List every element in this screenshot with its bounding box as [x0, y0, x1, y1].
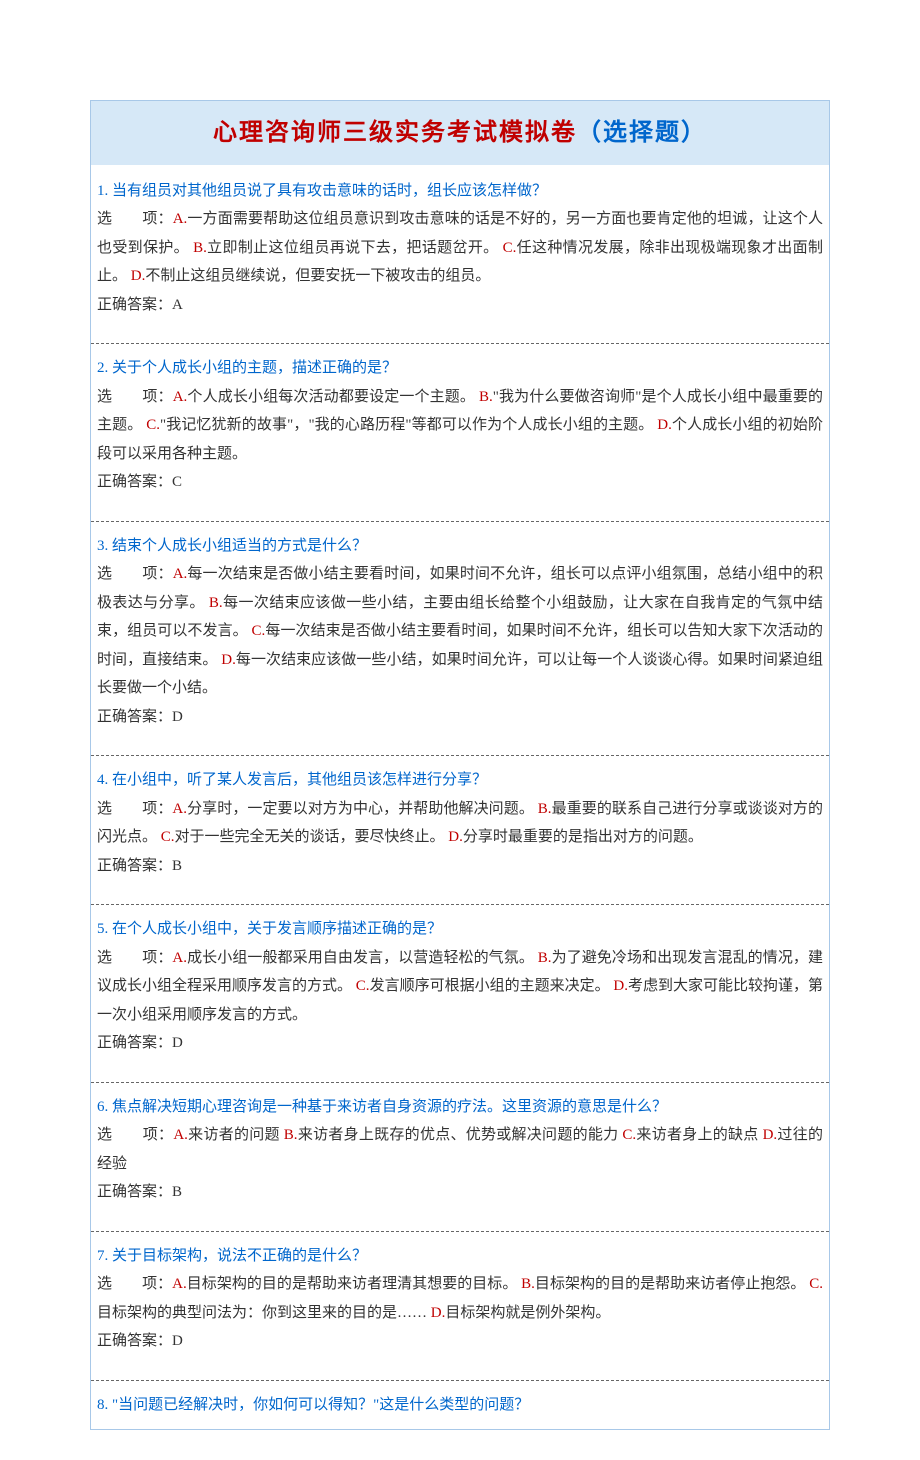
question-title: 4. 在小组中，听了某人发言后，其他组员该怎样进行分享？ [97, 766, 823, 795]
spacer [97, 1058, 823, 1072]
question-block: 7. 关于目标架构，说法不正确的是什么？选 项：A.目标架构的目的是帮助来访者理… [91, 1232, 829, 1381]
options-prefix: 选 项： [97, 389, 173, 405]
option-key: B. [284, 1127, 298, 1143]
exam-page: 心理咨询师三级实务考试模拟卷（选择题） 1. 当有组员对其他组员说了具有攻击意味… [90, 100, 830, 1430]
option-text: 对于一些完全无关的谈话，要尽快终止。 [175, 829, 449, 845]
option-text: 来访者身上既存的优点、优势或解决问题的能力 [298, 1127, 623, 1143]
options-prefix: 选 项： [97, 1127, 173, 1143]
spacer [97, 1207, 823, 1221]
option-key: C. [356, 978, 370, 994]
option-text: "我记忆犹新的故事"，"我的心路历程"等都可以作为个人成长小组的主题。 [160, 417, 657, 433]
question-options: 选 项：A.目标架构的目的是帮助来访者理清其想要的目标。 B.目标架构的目的是帮… [97, 1270, 823, 1327]
option-key: C. [622, 1127, 636, 1143]
options-prefix: 选 项： [97, 566, 173, 582]
question-title: 2. 关于个人成长小组的主题，描述正确的是？ [97, 354, 823, 383]
option-key: C. [161, 829, 175, 845]
option-text: 来访者身上的缺点 [636, 1127, 762, 1143]
question-title: 7. 关于目标架构，说法不正确的是什么？ [97, 1242, 823, 1271]
option-key: B. [209, 595, 223, 611]
question-title: 1. 当有组员对其他组员说了具有攻击意味的话时，组长应该怎样做？ [97, 177, 823, 206]
option-key: A. [172, 801, 187, 817]
option-key: A. [172, 1276, 187, 1292]
question-options: 选 项：A.每一次结束是否做小结主要看时间，如果时间不允许，组长可以点评小组氛围… [97, 560, 823, 703]
option-text: 目标架构就是例外架构。 [445, 1305, 610, 1321]
spacer [97, 319, 823, 333]
option-key: D. [613, 978, 628, 994]
option-text: 个人成长小组每次活动都要设定一个主题。 [187, 389, 479, 405]
option-key: D. [221, 652, 236, 668]
option-key: D. [431, 1305, 446, 1321]
option-text: 发言顺序可根据小组的主题来决定。 [370, 978, 614, 994]
question-options: 选 项：A.一方面需要帮助这位组员意识到攻击意味的话是不好的，另一方面也要肯定他… [97, 205, 823, 291]
option-key: C. [503, 240, 517, 256]
spacer [97, 880, 823, 894]
option-text: 目标架构的目的是帮助来访者停止抱怨。 [535, 1276, 809, 1292]
question-options: 选 项：A.个人成长小组每次活动都要设定一个主题。 B."我为什么要做咨询师"是… [97, 383, 823, 469]
questions-container: 1. 当有组员对其他组员说了具有攻击意味的话时，组长应该怎样做？选 项：A.一方… [91, 167, 829, 1430]
option-key: B. [193, 240, 207, 256]
option-key: C. [252, 623, 266, 639]
correct-answer: 正确答案：D [97, 1029, 823, 1058]
option-key: A. [173, 566, 188, 582]
options-prefix: 选 项： [97, 211, 173, 227]
option-key: A. [173, 211, 188, 227]
option-text: 分享时最重要的是指出对方的问题。 [463, 829, 703, 845]
title-banner: 心理咨询师三级实务考试模拟卷（选择题） [91, 101, 829, 167]
option-text: 目标架构的典型问法为：你到这里来的目的是…… [97, 1305, 431, 1321]
option-key: A. [173, 1127, 188, 1143]
question-options: 选 项：A.来访者的问题 B.来访者身上既存的优点、优势或解决问题的能力 C.来… [97, 1121, 823, 1178]
option-text: 不制止这组员继续说，但要安抚一下被攻击的组员。 [145, 268, 490, 284]
question-block: 4. 在小组中，听了某人发言后，其他组员该怎样进行分享？选 项：A.分享时，一定… [91, 756, 829, 905]
question-options: 选 项：A.成长小组一般都采用自由发言，以营造轻松的气氛。 B.为了避免冷场和出… [97, 944, 823, 1030]
question-title: 6. 焦点解决短期心理咨询是一种基于来访者自身资源的疗法。这里资源的意思是什么？ [97, 1093, 823, 1122]
question-title: 5. 在个人成长小组中，关于发言顺序描述正确的是？ [97, 915, 823, 944]
option-key: D. [131, 268, 146, 284]
correct-answer: 正确答案：B [97, 852, 823, 881]
option-text: 立即制止这位组员再说下去，把话题岔开。 [207, 240, 503, 256]
options-prefix: 选 项： [97, 950, 172, 966]
spacer [97, 497, 823, 511]
option-text: 来访者的问题 [188, 1127, 284, 1143]
page-title-main: 心理咨询师三级实务考试模拟卷 [213, 120, 577, 146]
correct-answer: 正确答案：C [97, 468, 823, 497]
option-key: D. [657, 417, 672, 433]
question-block: 2. 关于个人成长小组的主题，描述正确的是？选 项：A.个人成长小组每次活动都要… [91, 344, 829, 522]
options-prefix: 选 项： [97, 801, 172, 817]
question-block: 6. 焦点解决短期心理咨询是一种基于来访者自身资源的疗法。这里资源的意思是什么？… [91, 1083, 829, 1232]
question-block: 8. "当问题已经解决时，你如何可以得知？"这是什么类型的问题？ [91, 1381, 829, 1430]
option-key: A. [172, 950, 187, 966]
option-key: B. [521, 1276, 535, 1292]
option-key: B. [538, 950, 552, 966]
options-prefix: 选 项： [97, 1276, 172, 1292]
correct-answer: 正确答案：A [97, 291, 823, 320]
option-key: D. [448, 829, 463, 845]
option-key: B. [479, 389, 493, 405]
spacer [97, 731, 823, 745]
question-block: 3. 结束个人成长小组适当的方式是什么？选 项：A.每一次结束是否做小结主要看时… [91, 522, 829, 757]
option-text: 目标架构的目的是帮助来访者理清其想要的目标。 [187, 1276, 521, 1292]
question-title: 8. "当问题已经解决时，你如何可以得知？"这是什么类型的问题？ [97, 1391, 823, 1420]
option-key: A. [173, 389, 188, 405]
option-key: C. [809, 1276, 823, 1292]
option-text: 分享时，一定要以对方为中心，并帮助他解决问题。 [187, 801, 538, 817]
option-key: B. [538, 801, 552, 817]
correct-answer: 正确答案：D [97, 1327, 823, 1356]
question-block: 5. 在个人成长小组中，关于发言顺序描述正确的是？选 项：A.成长小组一般都采用… [91, 905, 829, 1083]
correct-answer: 正确答案：D [97, 703, 823, 732]
option-key: D. [763, 1127, 778, 1143]
question-title: 3. 结束个人成长小组适当的方式是什么？ [97, 532, 823, 561]
option-key: C. [146, 417, 160, 433]
spacer [97, 1356, 823, 1370]
option-text: 成长小组一般都采用自由发言，以营造轻松的气氛。 [187, 950, 538, 966]
question-block: 1. 当有组员对其他组员说了具有攻击意味的话时，组长应该怎样做？选 项：A.一方… [91, 167, 829, 345]
correct-answer: 正确答案：B [97, 1178, 823, 1207]
question-options: 选 项：A.分享时，一定要以对方为中心，并帮助他解决问题。 B.最重要的联系自己… [97, 795, 823, 852]
page-title-sub: （选择题） [577, 120, 707, 146]
